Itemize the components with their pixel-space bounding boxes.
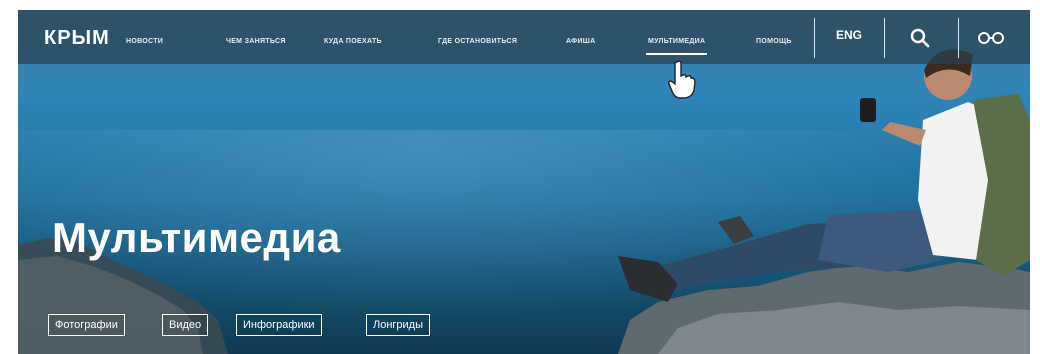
- nav-item-accommodation[interactable]: ГДЕ ОСТАНОВИТЬСЯ: [438, 38, 517, 45]
- nav-item-activities[interactable]: ЧЕМ ЗАНЯТЬСЯ: [226, 38, 286, 45]
- action-camera: [860, 98, 876, 122]
- nav-item-destinations[interactable]: КУДА ПОЕХАТЬ: [324, 38, 382, 45]
- nav-item-events[interactable]: АФИША: [566, 38, 595, 45]
- accessibility-glasses-icon[interactable]: [978, 31, 1004, 50]
- hand-cursor-icon: [668, 60, 696, 105]
- hiker-shoe-back: [718, 216, 754, 244]
- page-title: Мультимедиа: [52, 214, 341, 261]
- tab-photos[interactable]: Фотографии: [48, 314, 125, 336]
- nav-item-news[interactable]: НОВОСТИ: [126, 38, 163, 45]
- language-switch[interactable]: ENG: [836, 28, 862, 42]
- tab-longreads[interactable]: Лонгриды: [366, 314, 431, 336]
- nav-divider: [814, 18, 815, 58]
- tab-infographics[interactable]: Инфографики: [236, 314, 322, 336]
- site-logo[interactable]: КРЫМ: [44, 27, 110, 50]
- search-icon[interactable]: [910, 28, 930, 53]
- hero-banner: КРЫМ НОВОСТИ ЧЕМ ЗАНЯТЬСЯ КУДА ПОЕХАТЬ Г…: [18, 10, 1030, 354]
- tab-video[interactable]: Видео: [162, 314, 209, 336]
- top-navigation: КРЫМ НОВОСТИ ЧЕМ ЗАНЯТЬСЯ КУДА ПОЕХАТЬ Г…: [18, 10, 1030, 64]
- nav-item-multimedia[interactable]: МУЛЬТИМЕДИА: [645, 38, 708, 55]
- nav-item-help[interactable]: ПОМОЩЬ: [756, 38, 792, 45]
- hiker-arm: [882, 122, 926, 146]
- nav-divider: [884, 18, 885, 58]
- hiker-shoe-front: [618, 256, 678, 302]
- nav-divider: [958, 18, 959, 58]
